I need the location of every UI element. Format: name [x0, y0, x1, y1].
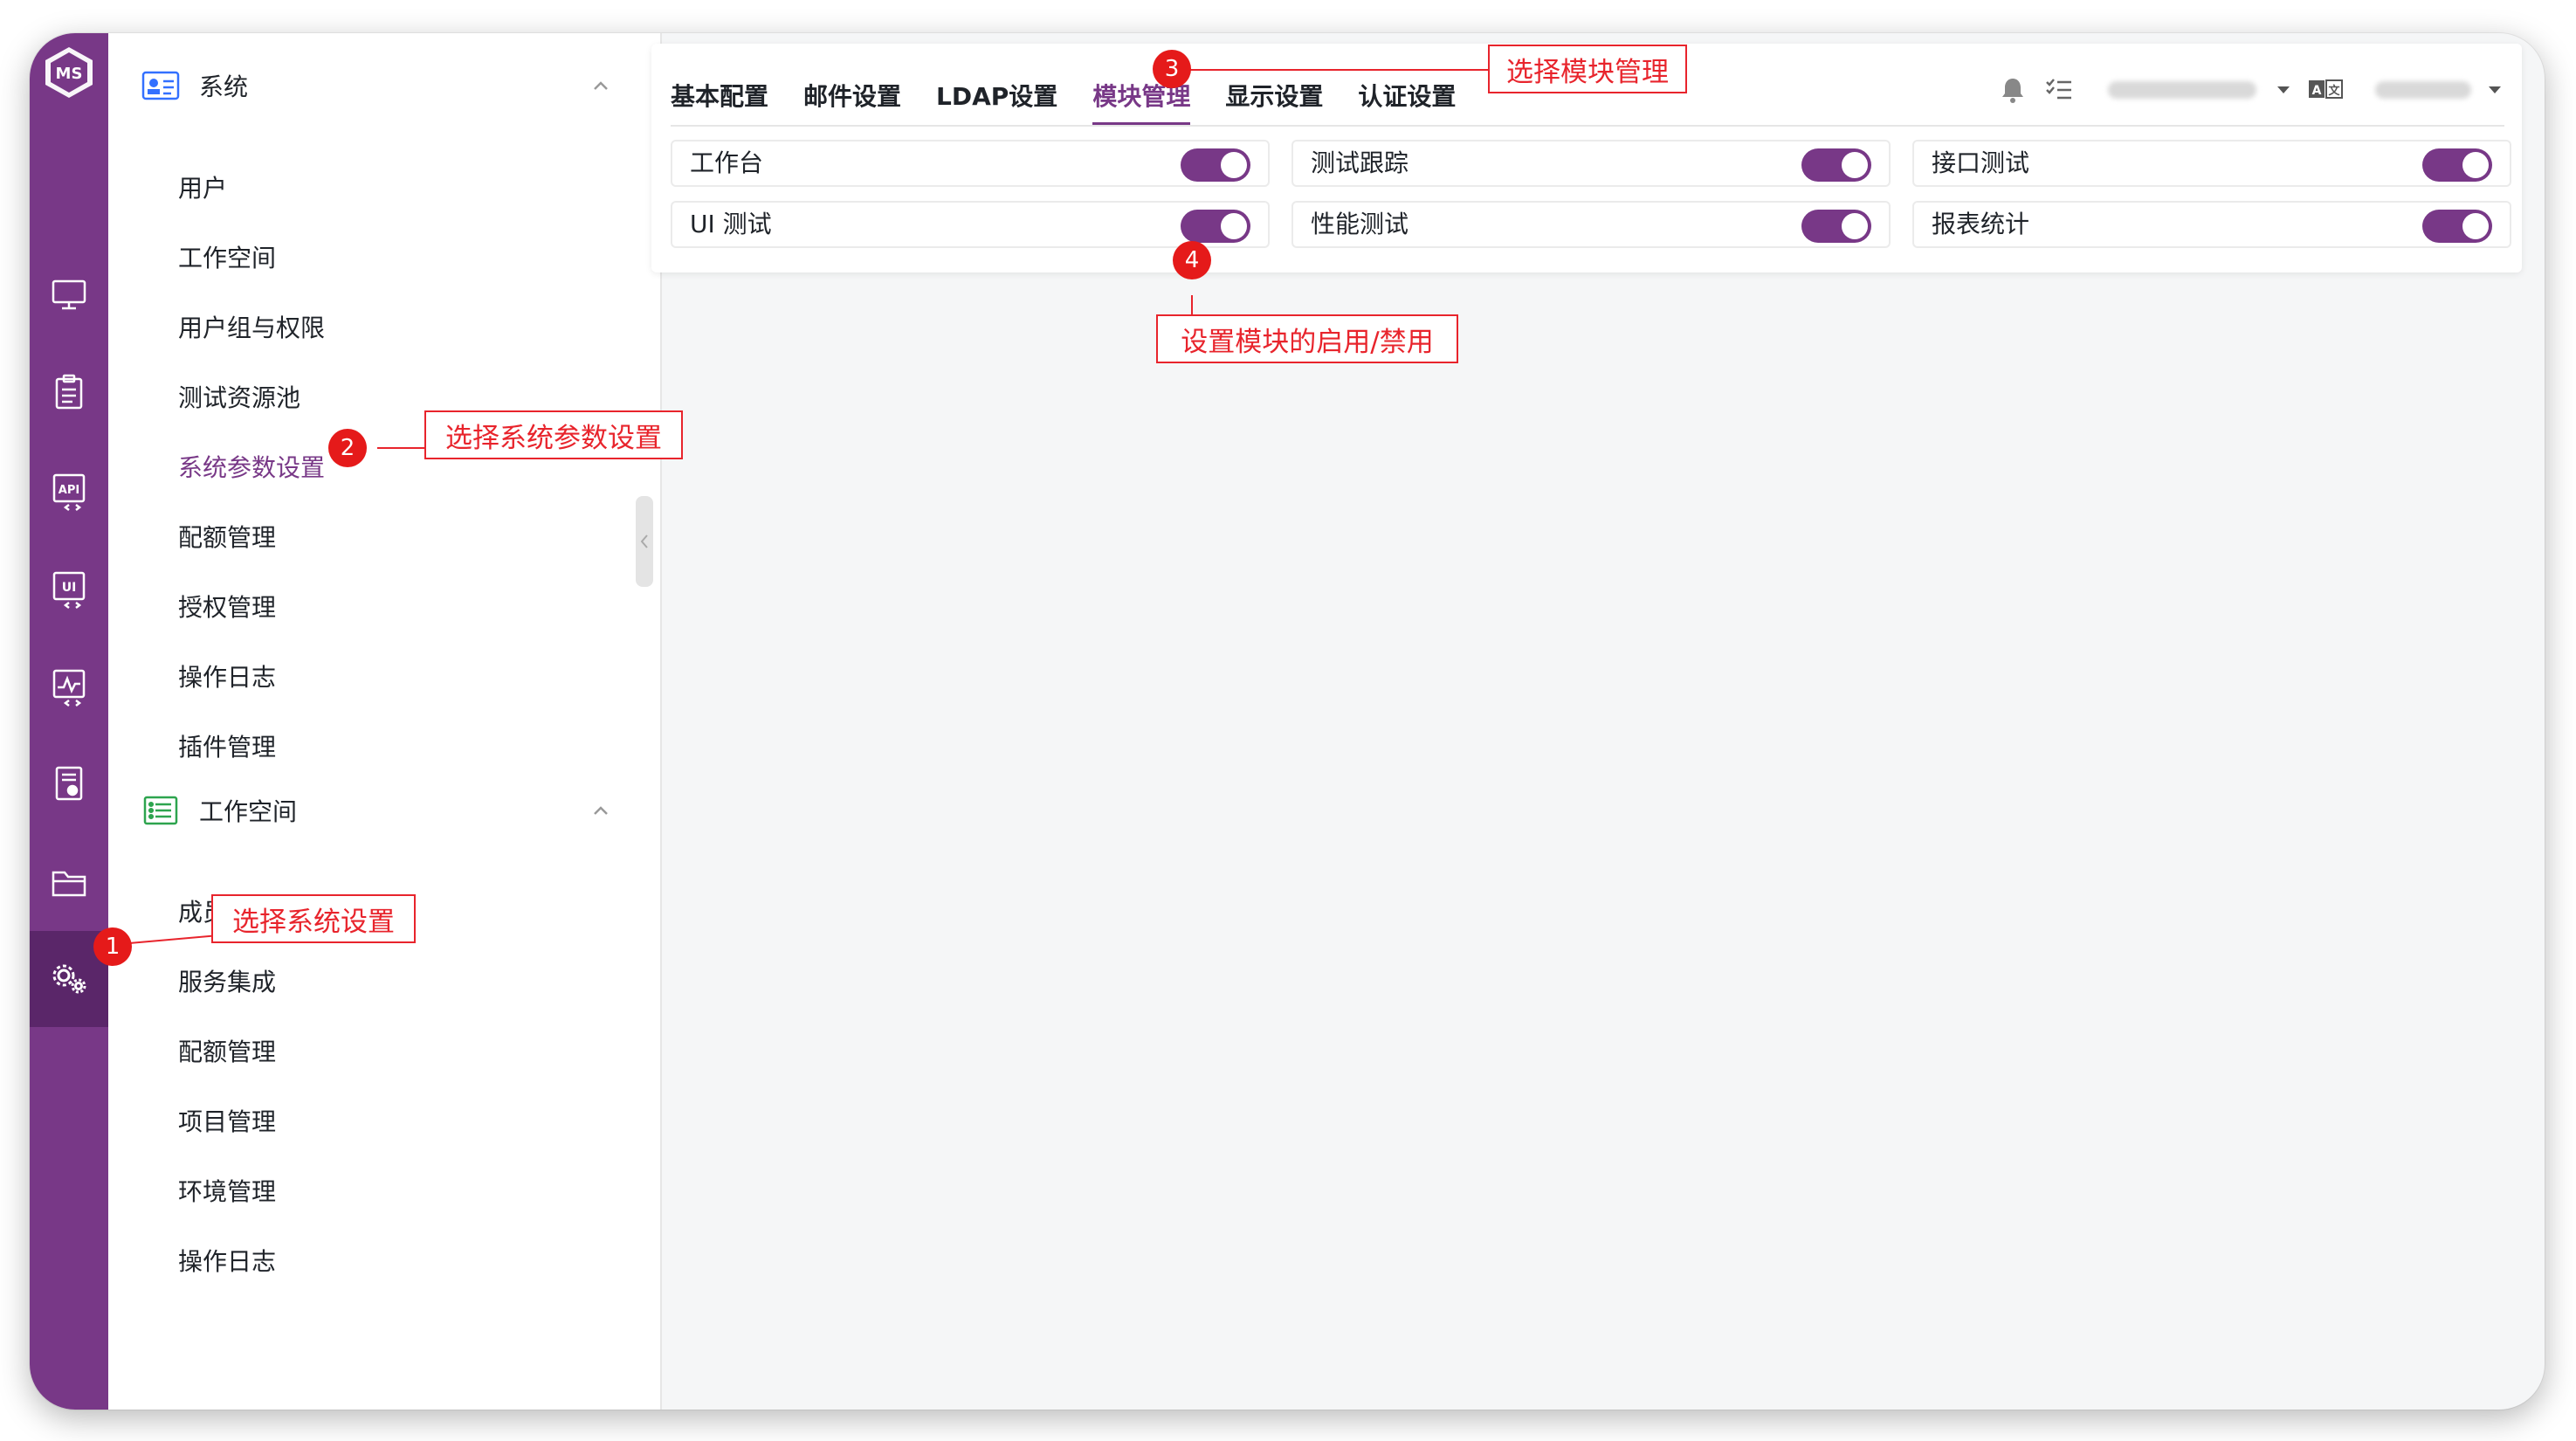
tabs-divider	[671, 125, 2504, 127]
rail-icon-report[interactable]	[30, 735, 108, 831]
task-list-icon[interactable]	[2045, 77, 2073, 103]
module-label: UI 测试	[690, 210, 772, 238]
clipboard-icon	[55, 374, 83, 410]
module-card: 性能测试	[1291, 201, 1891, 248]
sidebar-item-user-groups[interactable]: 用户组与权限	[178, 307, 325, 350]
module-toggle[interactable]	[2422, 148, 2492, 182]
svg-text:A: A	[2312, 84, 2322, 98]
tab-display[interactable]: 显示设置	[1225, 77, 1323, 126]
language-icon[interactable]: A 文	[2309, 79, 2344, 101]
module-toggle[interactable]	[1181, 148, 1250, 182]
annotation-box-4: 设置模块的启用/禁用	[1156, 314, 1458, 363]
rail-icon-performance[interactable]	[30, 638, 108, 734]
ms-logo[interactable]: MS	[40, 44, 98, 101]
report-icon	[55, 766, 83, 801]
id-card-icon	[141, 71, 180, 100]
sidebar-item-environments[interactable]: 环境管理	[178, 1170, 276, 1214]
caret-down-icon[interactable]	[2276, 85, 2291, 95]
module-label: 测试跟踪	[1311, 148, 1409, 177]
module-card: 接口测试	[1912, 140, 2511, 187]
sidebar-item-integrations[interactable]: 服务集成	[178, 961, 276, 1004]
caret-down-icon[interactable]	[2487, 85, 2503, 95]
svg-text:API: API	[59, 484, 79, 497]
rail-icon-ui[interactable]: UI	[30, 540, 108, 636]
sidebar-item-plugins[interactable]: 插件管理	[178, 726, 276, 769]
rail-icon-folder[interactable]	[30, 833, 108, 929]
sidebar-item-user[interactable]: 用户	[178, 167, 227, 210]
tab-basic[interactable]: 基本配置	[671, 77, 768, 126]
sidebar: 系统 用户 工作空间 用户组与权限 测试资源池 系统参数设置 配额管理 授权管理…	[108, 33, 662, 1410]
sidebar-group-system[interactable]: 系统	[141, 59, 613, 112]
module-toggle[interactable]	[1181, 210, 1250, 243]
annotation-box-3: 选择模块管理	[1488, 45, 1687, 93]
tab-ldap[interactable]: LDAP设置	[936, 77, 1057, 126]
sidebar-item-workspace[interactable]: 工作空间	[178, 237, 276, 280]
module-card: UI 测试	[671, 201, 1270, 248]
module-label: 工作台	[690, 148, 764, 177]
tab-auth[interactable]: 认证设置	[1358, 77, 1456, 126]
toggle-knob	[2462, 152, 2489, 178]
annotation-box-2: 选择系统参数设置	[424, 410, 683, 459]
sidebar-group-label: 工作空间	[199, 797, 298, 826]
sidebar-item-resource-pool[interactable]: 测试资源池	[178, 376, 300, 420]
sidebar-item-operation-log[interactable]: 操作日志	[178, 656, 276, 700]
toggle-knob	[1842, 213, 1868, 239]
sidebar-group-label: 系统	[199, 72, 249, 101]
api-icon: API	[52, 473, 86, 511]
toggle-knob	[1221, 213, 1247, 239]
annotation-leader-line	[1182, 69, 1523, 71]
sidebar-group-workspace[interactable]: 工作空间	[141, 784, 613, 837]
monitor-icon	[52, 279, 86, 310]
rail-icon-monitor[interactable]	[30, 246, 108, 342]
bell-icon[interactable]	[2000, 76, 2026, 104]
module-toggle[interactable]	[1801, 210, 1871, 243]
toggle-knob	[2462, 213, 2489, 239]
sidebar-item-ws-quota[interactable]: 配额管理	[178, 1031, 276, 1074]
annotation-badge-2: 2	[328, 429, 367, 467]
module-card: 工作台	[671, 140, 1270, 187]
app-window: MS API UI 系统 用户 工作空间 用户组与权限 测试资源池 系统参数设置…	[30, 33, 2545, 1410]
chevron-up-icon[interactable]	[589, 73, 613, 98]
module-toggle[interactable]	[1801, 148, 1871, 182]
annotation-badge-3: 3	[1153, 50, 1191, 88]
svg-text:文: 文	[2328, 84, 2340, 98]
sidebar-item-ws-operation-log[interactable]: 操作日志	[178, 1240, 276, 1284]
user-menu[interactable]	[2375, 81, 2471, 99]
sidebar-item-system-params[interactable]: 系统参数设置	[178, 446, 325, 490]
svg-text:MS: MS	[56, 65, 83, 83]
toggle-knob	[1221, 152, 1247, 178]
rail-icon-clipboard[interactable]	[30, 344, 108, 440]
sidebar-collapse-handle[interactable]	[636, 496, 653, 587]
tab-email[interactable]: 邮件设置	[803, 77, 901, 126]
sidebar-item-license[interactable]: 授权管理	[178, 586, 276, 630]
settings-icon	[52, 964, 86, 994]
folder-icon	[52, 871, 86, 897]
module-label: 报表统计	[1932, 210, 2030, 238]
module-label: 接口测试	[1932, 148, 2030, 177]
module-label: 性能测试	[1311, 210, 1409, 238]
chevron-left-icon	[640, 534, 648, 548]
sidebar-item-projects[interactable]: 项目管理	[178, 1100, 276, 1144]
annotation-badge-1: 1	[93, 927, 132, 966]
module-toggle[interactable]	[2422, 210, 2492, 243]
settings-tabs: 基本配置 邮件设置 LDAP设置 模块管理 显示设置 认证设置	[671, 77, 1491, 126]
icon-rail: MS API UI	[30, 33, 108, 1410]
ui-icon: UI	[52, 571, 86, 609]
workspace-switcher[interactable]	[2108, 81, 2256, 99]
performance-icon	[52, 669, 86, 707]
svg-text:UI: UI	[62, 581, 77, 595]
chevron-up-icon[interactable]	[589, 798, 613, 823]
list-icon	[143, 796, 178, 825]
rail-icon-api[interactable]: API	[30, 442, 108, 538]
module-card: 报表统计	[1912, 201, 2511, 248]
module-card: 测试跟踪	[1291, 140, 1891, 187]
toggle-knob	[1842, 152, 1868, 178]
annotation-box-1: 选择系统设置	[211, 894, 416, 943]
annotation-badge-4: 4	[1173, 241, 1211, 279]
header-tools: A 文	[2000, 68, 2503, 112]
sidebar-item-quota[interactable]: 配额管理	[178, 516, 276, 560]
